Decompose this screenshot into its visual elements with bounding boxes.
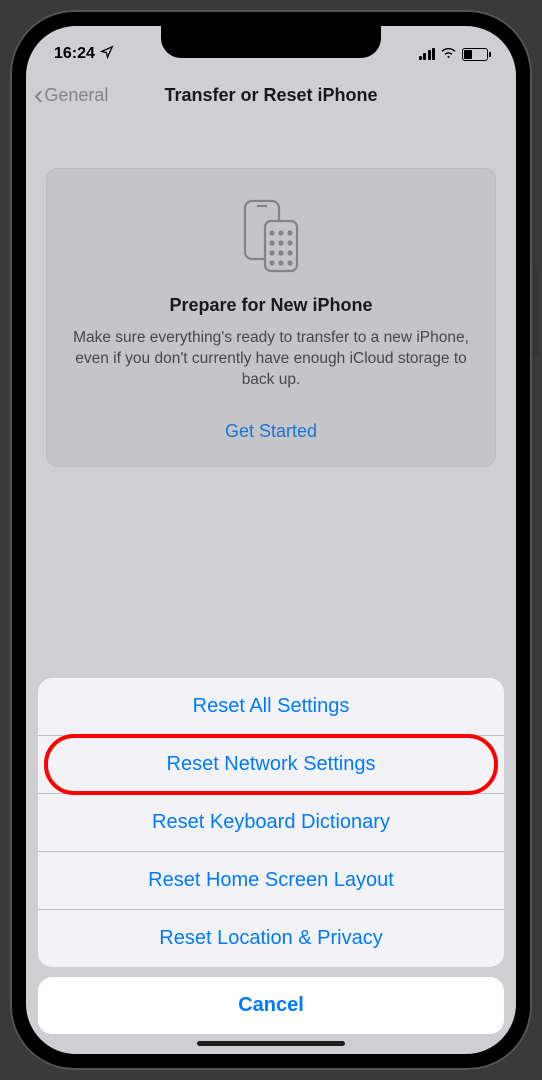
reset-location-privacy-button[interactable]: Reset Location & Privacy xyxy=(38,910,504,967)
notch xyxy=(161,26,381,58)
action-item-label: Reset Keyboard Dictionary xyxy=(152,811,390,833)
reset-network-settings-button[interactable]: Reset Network Settings xyxy=(38,736,504,794)
phone-frame: 16:24 ‹ General xyxy=(10,10,532,1070)
action-sheet-options: Reset All Settings Reset Network Setting… xyxy=(38,678,504,967)
reset-keyboard-dictionary-button[interactable]: Reset Keyboard Dictionary xyxy=(38,794,504,852)
wifi-icon xyxy=(440,45,457,63)
reset-home-screen-layout-button[interactable]: Reset Home Screen Layout xyxy=(38,852,504,910)
action-item-label: Reset All Settings xyxy=(193,695,350,717)
home-indicator[interactable] xyxy=(197,1041,345,1046)
battery-icon xyxy=(462,48,488,61)
action-item-label: Reset Network Settings xyxy=(167,753,376,775)
power-button xyxy=(533,265,538,357)
action-item-label: Reset Location & Privacy xyxy=(159,927,382,949)
action-sheet: Reset All Settings Reset Network Setting… xyxy=(38,678,504,1034)
action-sheet-cancel-group: Cancel xyxy=(38,977,504,1034)
reset-all-settings-button[interactable]: Reset All Settings xyxy=(38,678,504,736)
action-item-label: Reset Home Screen Layout xyxy=(148,869,394,891)
cellular-signal-icon xyxy=(419,48,436,60)
status-time: 16:24 xyxy=(54,45,95,63)
cancel-button[interactable]: Cancel xyxy=(38,977,504,1034)
screen: 16:24 ‹ General xyxy=(26,26,516,1054)
location-arrow-icon xyxy=(100,45,114,64)
